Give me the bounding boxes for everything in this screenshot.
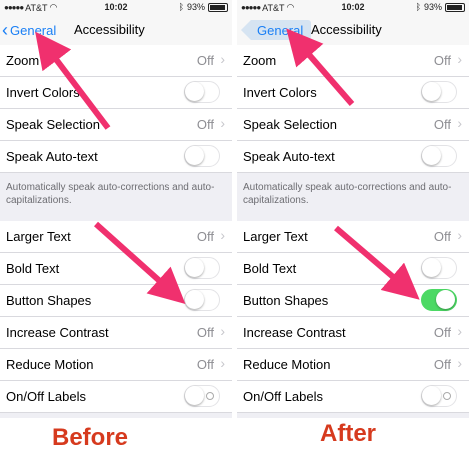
arrow-before-back bbox=[35, 31, 111, 130]
arrow-before-toggle bbox=[93, 221, 186, 305]
arrow-after-back bbox=[286, 28, 355, 106]
arrow-after-toggle bbox=[334, 225, 420, 300]
caption-before: Before bbox=[52, 424, 129, 451]
caption-after: After bbox=[320, 420, 377, 447]
annotation-arrows bbox=[35, 28, 420, 305]
